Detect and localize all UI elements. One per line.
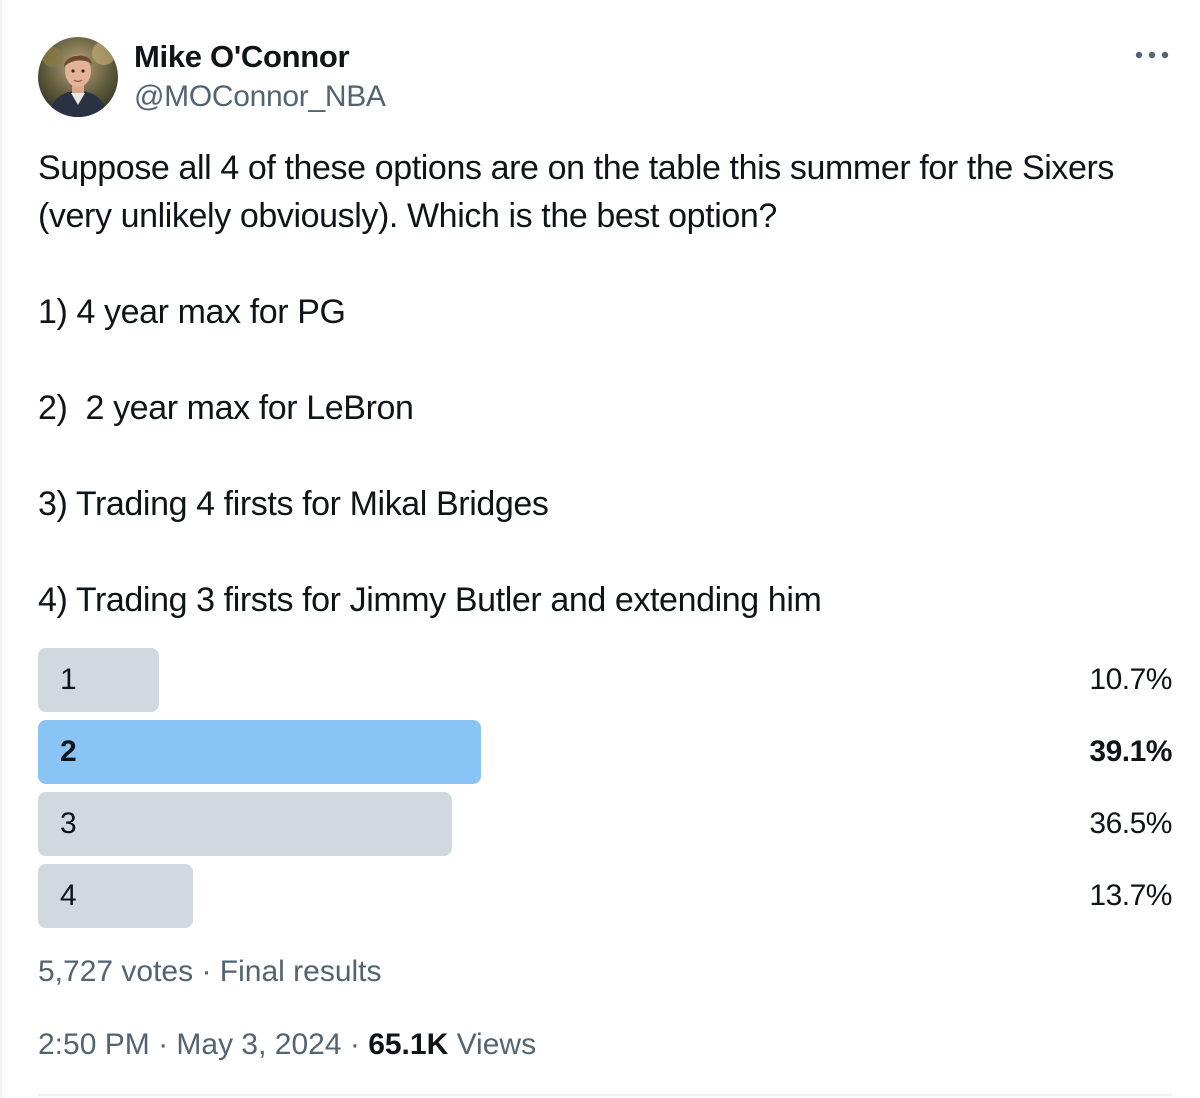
- poll-option-label: 1: [60, 663, 77, 696]
- avatar-image: [38, 37, 118, 117]
- poll-option-label: 2: [60, 735, 77, 768]
- poll-option: 3 36.5%: [38, 792, 1172, 856]
- author-handle[interactable]: @MOConnor_NBA: [134, 78, 386, 116]
- tweet-meta: 2:50 PM · May 3, 2024 · 65.1K Views: [38, 1025, 536, 1065]
- views-count[interactable]: 65.1K: [368, 1028, 448, 1061]
- poll-votes: 5,727 votes: [38, 955, 194, 988]
- tweet-text: Suppose all 4 of these options are on th…: [38, 149, 1115, 619]
- poll-option: 4 13.7%: [38, 864, 1172, 928]
- author-display-name[interactable]: Mike O'Connor: [134, 38, 350, 76]
- poll-bar: [38, 648, 159, 712]
- poll-option-label: 4: [60, 879, 77, 912]
- more-options-button[interactable]: [1130, 38, 1174, 72]
- poll-option: 1 10.7%: [38, 648, 1172, 712]
- poll-option-label: 3: [60, 807, 77, 840]
- avatar[interactable]: [38, 37, 118, 117]
- tweet-date[interactable]: May 3, 2024: [176, 1028, 341, 1061]
- poll-footer: 5,727 votes · Final results: [38, 952, 382, 992]
- poll-option-percent: 39.1%: [1089, 735, 1172, 768]
- poll-bar: [38, 792, 452, 856]
- tweet-card: Mike O'Connor @MOConnor_NBA Suppose all …: [0, 0, 1200, 1098]
- poll-footer-separator: ·: [193, 955, 220, 988]
- meta-separator: ·: [341, 1028, 369, 1061]
- tweet-time[interactable]: 2:50 PM: [38, 1028, 150, 1061]
- poll-option-percent: 36.5%: [1089, 807, 1172, 840]
- poll-option-percent: 13.7%: [1089, 879, 1172, 912]
- poll-option-percent: 10.7%: [1089, 663, 1172, 696]
- divider: [38, 1094, 1172, 1096]
- poll-option: 2 39.1%: [38, 720, 1172, 784]
- views-label: Views: [448, 1028, 537, 1061]
- poll-bar: [38, 720, 481, 784]
- more-horizontal-icon: [1135, 51, 1169, 59]
- poll-status: Final results: [219, 955, 382, 988]
- meta-separator: ·: [149, 1028, 177, 1061]
